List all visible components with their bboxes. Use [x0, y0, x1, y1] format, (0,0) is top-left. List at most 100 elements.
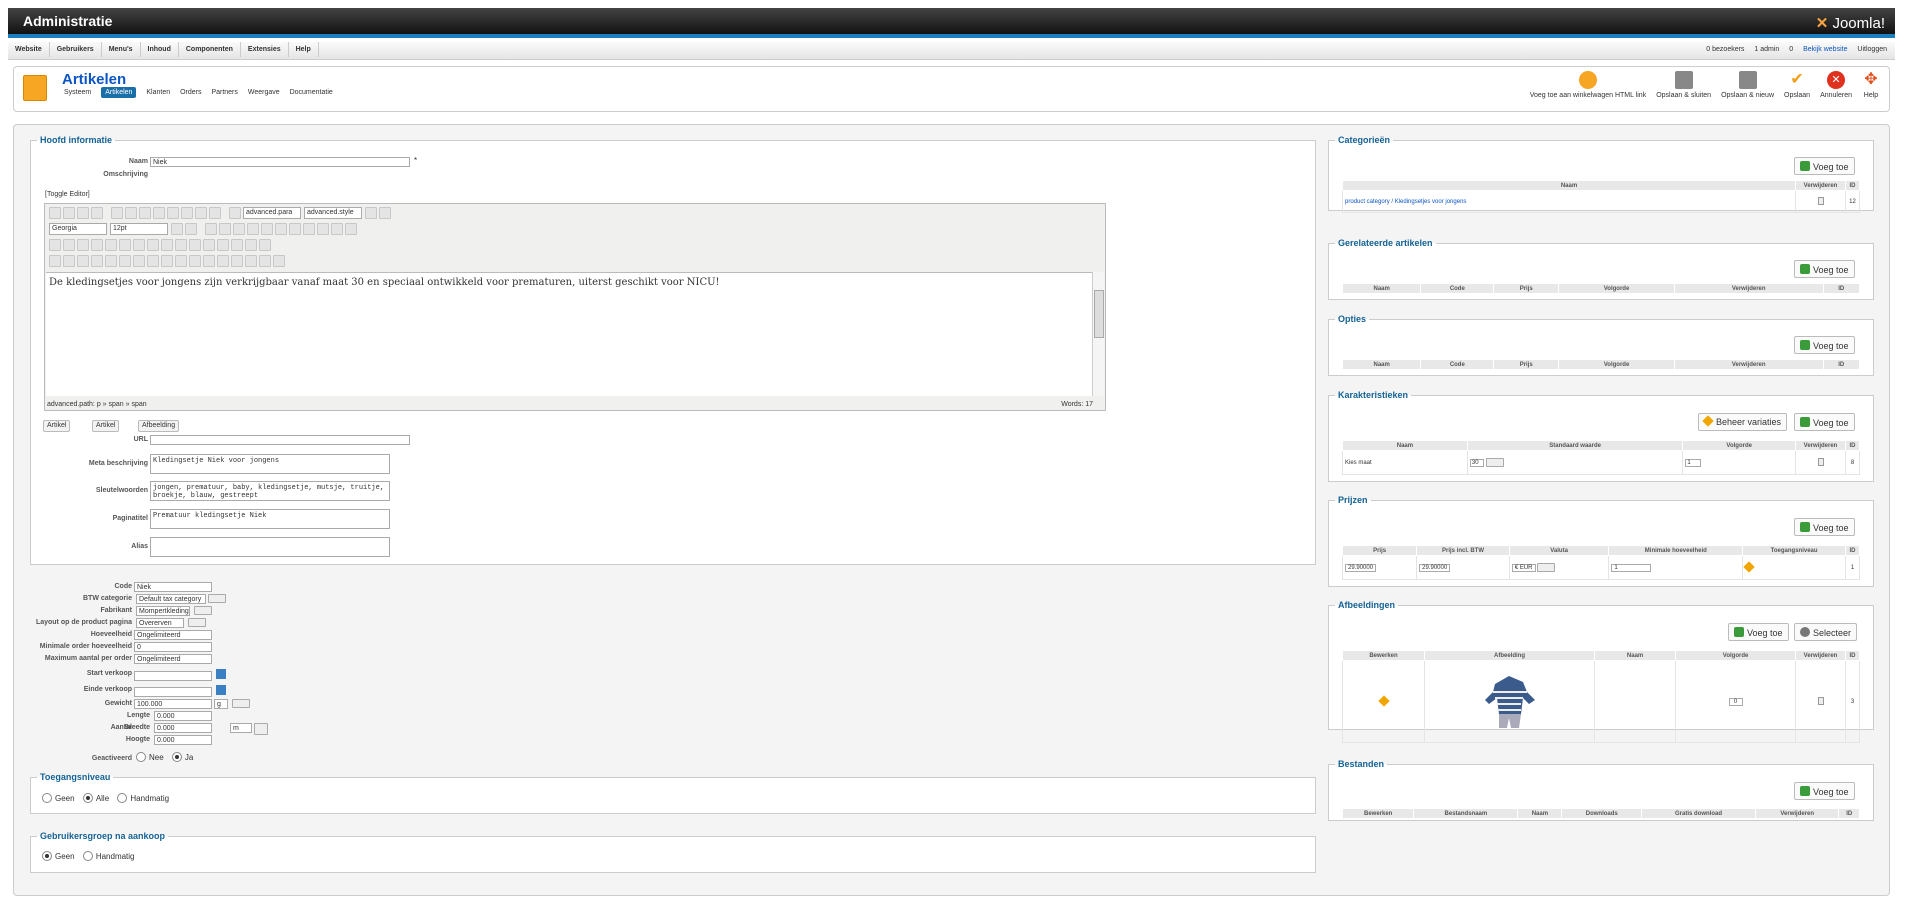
visual-aid-icon[interactable]	[49, 255, 61, 267]
delete-row-icon[interactable]	[203, 239, 215, 251]
size-select[interactable]: 12pt	[110, 223, 168, 235]
new-doc-icon[interactable]	[63, 207, 75, 219]
editor-scrollbar[interactable]	[1092, 272, 1104, 396]
calendar-icon[interactable]	[216, 669, 226, 679]
submenu-orders[interactable]: Orders	[180, 89, 201, 96]
undo-icon[interactable]	[77, 207, 89, 219]
editor-content[interactable]: De kledingsetjes voor jongens zijn verkr…	[46, 272, 1093, 396]
layout-input[interactable]: Overerven	[136, 618, 184, 628]
attribs-icon[interactable]	[175, 255, 187, 267]
weight-input[interactable]: 100.000	[134, 699, 212, 709]
vat-select-button[interactable]	[208, 594, 226, 603]
cell-props-icon[interactable]	[175, 239, 187, 251]
italic-icon[interactable]	[125, 207, 137, 219]
hr-icon[interactable]	[345, 223, 357, 235]
check-icon[interactable]	[259, 255, 271, 267]
find-icon[interactable]	[119, 239, 131, 251]
del-icon[interactable]	[147, 255, 159, 267]
submenu-customers[interactable]: Klanten	[146, 89, 170, 96]
dimension-unit-input[interactable]: m	[230, 723, 252, 733]
paragraph-select[interactable]: advanced.para	[243, 207, 301, 219]
vat-category-input[interactable]: Default tax category	[136, 594, 206, 604]
weight-unit-button[interactable]	[232, 699, 250, 708]
row-props-icon[interactable]	[161, 239, 173, 251]
add-category-button[interactable]: Voeg toe	[1794, 157, 1855, 175]
char-default-value[interactable]: 30	[1469, 459, 1484, 468]
char-order-input[interactable]: 1	[1685, 458, 1702, 467]
split-cell-icon[interactable]	[245, 239, 257, 251]
font-select[interactable]: Georgia	[49, 223, 107, 235]
paste-icon[interactable]	[233, 223, 245, 235]
logout-link[interactable]: Uitloggen	[1857, 46, 1887, 53]
menu-website[interactable]: Website	[8, 42, 50, 57]
submenu-documentation[interactable]: Documentatie	[290, 89, 333, 96]
scrollbar-thumb[interactable]	[1094, 290, 1104, 338]
align-center-icon[interactable]	[181, 207, 193, 219]
menu-help[interactable]: Help	[289, 42, 319, 57]
start-sale-input[interactable]	[134, 671, 212, 681]
activated-no-radio[interactable]	[136, 752, 146, 762]
code-icon[interactable]	[273, 255, 285, 267]
align-right-icon[interactable]	[195, 207, 207, 219]
image-order-input[interactable]: 0	[1728, 697, 1743, 706]
category-link[interactable]: product category / Kledingsetjes voor jo…	[1342, 190, 1796, 213]
help-button[interactable]: ✥ Help	[1857, 71, 1885, 99]
image-icon[interactable]	[189, 255, 201, 267]
access-manual-radio[interactable]	[117, 793, 128, 803]
add-related-button[interactable]: Voeg toe	[1794, 260, 1855, 278]
layout-select-button[interactable]	[188, 618, 206, 627]
strike-icon[interactable]	[153, 207, 165, 219]
save-close-button[interactable]: Opslaan & sluiten	[1651, 71, 1716, 99]
highlight-icon[interactable]	[185, 223, 197, 235]
currency-select-button[interactable]	[1537, 562, 1556, 572]
url-input[interactable]	[150, 435, 410, 445]
menu-menus[interactable]: Menu's	[102, 42, 141, 57]
insert-row-icon[interactable]	[189, 239, 201, 251]
add-price-button[interactable]: Voeg toe	[1794, 518, 1855, 536]
width-input[interactable]: 0.000	[154, 723, 212, 733]
abbr-icon[interactable]	[133, 255, 145, 267]
ltr-icon[interactable]	[49, 239, 61, 251]
activated-yes-radio[interactable]	[171, 752, 182, 762]
char-select-button[interactable]	[1485, 457, 1504, 467]
underline-icon[interactable]	[139, 207, 151, 219]
unlink-icon[interactable]	[231, 255, 243, 267]
messages-count[interactable]: 0	[1789, 46, 1793, 53]
save-new-button[interactable]: Opslaan & nieuw	[1716, 71, 1779, 99]
add-to-cart-link-button[interactable]: Voeg toe aan winkelwagen HTML link	[1525, 71, 1651, 99]
submenu-articles[interactable]: Artikelen	[101, 87, 137, 98]
article-tab-1[interactable]: Artikel	[43, 420, 71, 432]
text-color-icon[interactable]	[171, 223, 183, 235]
edit-icon[interactable]	[1377, 694, 1390, 707]
charmap-icon[interactable]	[331, 223, 343, 235]
trash-icon[interactable]	[1817, 457, 1824, 466]
currency-input[interactable]: € EUR	[1511, 564, 1536, 573]
manufacturer-input[interactable]: Mompertkleding	[136, 606, 190, 616]
article-tab-2[interactable]: Artikel	[92, 420, 120, 432]
menu-components[interactable]: Componenten	[179, 42, 241, 57]
align-left-icon[interactable]	[167, 207, 179, 219]
print-icon[interactable]	[105, 239, 117, 251]
end-sale-input[interactable]	[134, 687, 212, 697]
cut-icon[interactable]	[205, 223, 217, 235]
quote-icon[interactable]	[229, 207, 241, 219]
bullets-icon[interactable]	[275, 223, 287, 235]
manufacturer-select-button[interactable]	[194, 606, 212, 615]
cleanup-icon[interactable]	[379, 207, 391, 219]
min-order-input[interactable]: 0	[134, 642, 212, 652]
usergroup-manual-radio[interactable]	[82, 851, 93, 861]
paste-word-icon[interactable]	[261, 223, 273, 235]
show-blocks-icon[interactable]	[63, 255, 75, 267]
length-input[interactable]: 0.000	[154, 711, 212, 721]
layer-icon[interactable]	[91, 255, 103, 267]
menu-extensions[interactable]: Extensies	[241, 42, 289, 57]
copy-icon[interactable]	[219, 223, 231, 235]
merge-cell-icon[interactable]	[259, 239, 271, 251]
name-input[interactable]: Niek	[150, 157, 410, 167]
access-all-radio[interactable]	[82, 793, 93, 803]
justify-icon[interactable]	[209, 207, 221, 219]
access-edit-icon[interactable]	[1743, 560, 1755, 573]
save-button[interactable]: ✔ Opslaan	[1779, 71, 1815, 99]
image-tab[interactable]: Afbeelding	[138, 420, 180, 432]
quantity-input[interactable]: Ongelimiteerd	[134, 630, 212, 640]
